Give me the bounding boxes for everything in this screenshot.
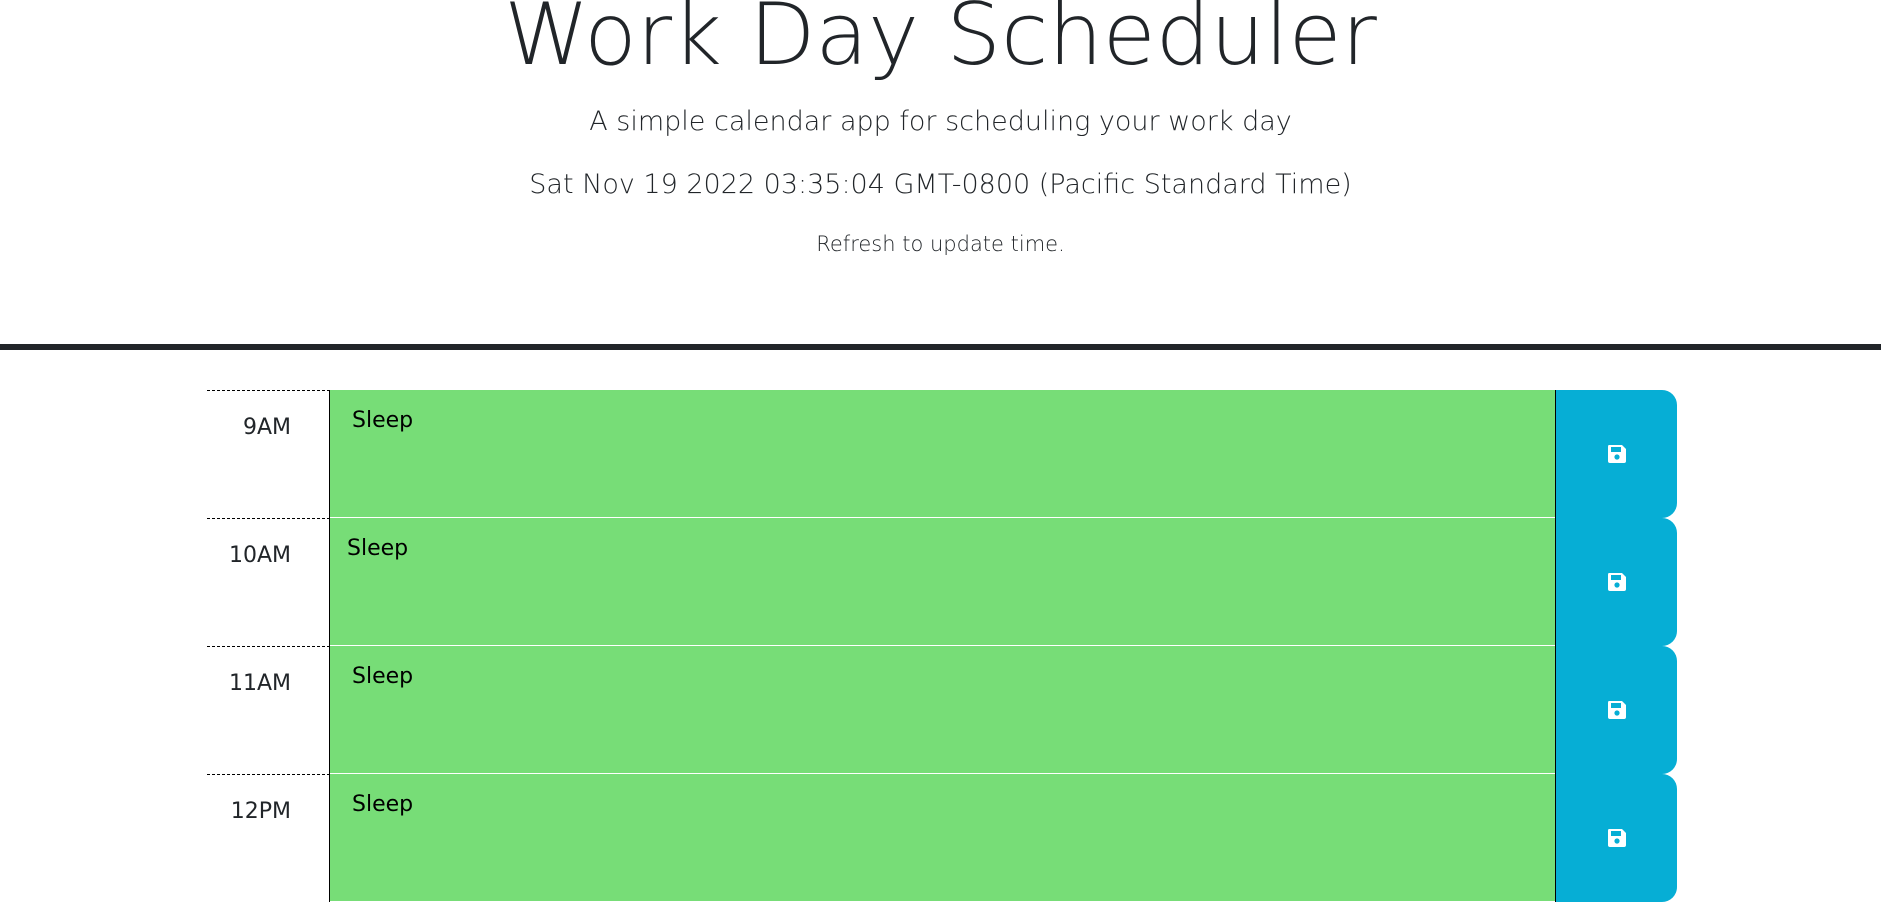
hour-label: 12PM	[207, 774, 330, 902]
time-block-10am: 10AM Sleep	[207, 518, 1677, 646]
hour-label: 10AM	[207, 518, 330, 646]
refresh-note: Refresh to update time.	[816, 232, 1065, 256]
page-subtitle: A simple calendar app for scheduling you…	[589, 106, 1292, 137]
save-button-9am[interactable]	[1555, 390, 1677, 518]
floppy-disk-icon	[1607, 828, 1627, 848]
floppy-disk-icon	[1607, 700, 1627, 720]
page-title: Work Day Scheduler	[504, 0, 1377, 85]
floppy-disk-icon	[1607, 572, 1627, 592]
schedule-container: 9AM Sleep 10AM Sleep 11AM Sleep 12PM Sle…	[207, 390, 1677, 902]
description-input-10am[interactable]: Sleep	[330, 518, 1555, 646]
floppy-disk-icon	[1607, 444, 1627, 464]
time-block-11am: 11AM Sleep	[207, 646, 1677, 774]
time-block-12pm: 12PM Sleep	[207, 774, 1677, 902]
save-button-10am[interactable]	[1555, 518, 1677, 646]
save-button-11am[interactable]	[1555, 646, 1677, 774]
description-input-12pm[interactable]: Sleep	[330, 774, 1555, 902]
description-input-11am[interactable]: Sleep	[330, 646, 1555, 774]
current-day: Sat Nov 19 2022 03:35:04 GMT-0800 (Pacif…	[529, 169, 1352, 200]
description-input-9am[interactable]: Sleep	[330, 390, 1555, 518]
save-button-12pm[interactable]	[1555, 774, 1677, 902]
hour-label: 11AM	[207, 646, 330, 774]
header: Work Day Scheduler A simple calendar app…	[0, 0, 1881, 350]
time-block-9am: 9AM Sleep	[207, 390, 1677, 518]
hour-label: 9AM	[207, 390, 330, 518]
